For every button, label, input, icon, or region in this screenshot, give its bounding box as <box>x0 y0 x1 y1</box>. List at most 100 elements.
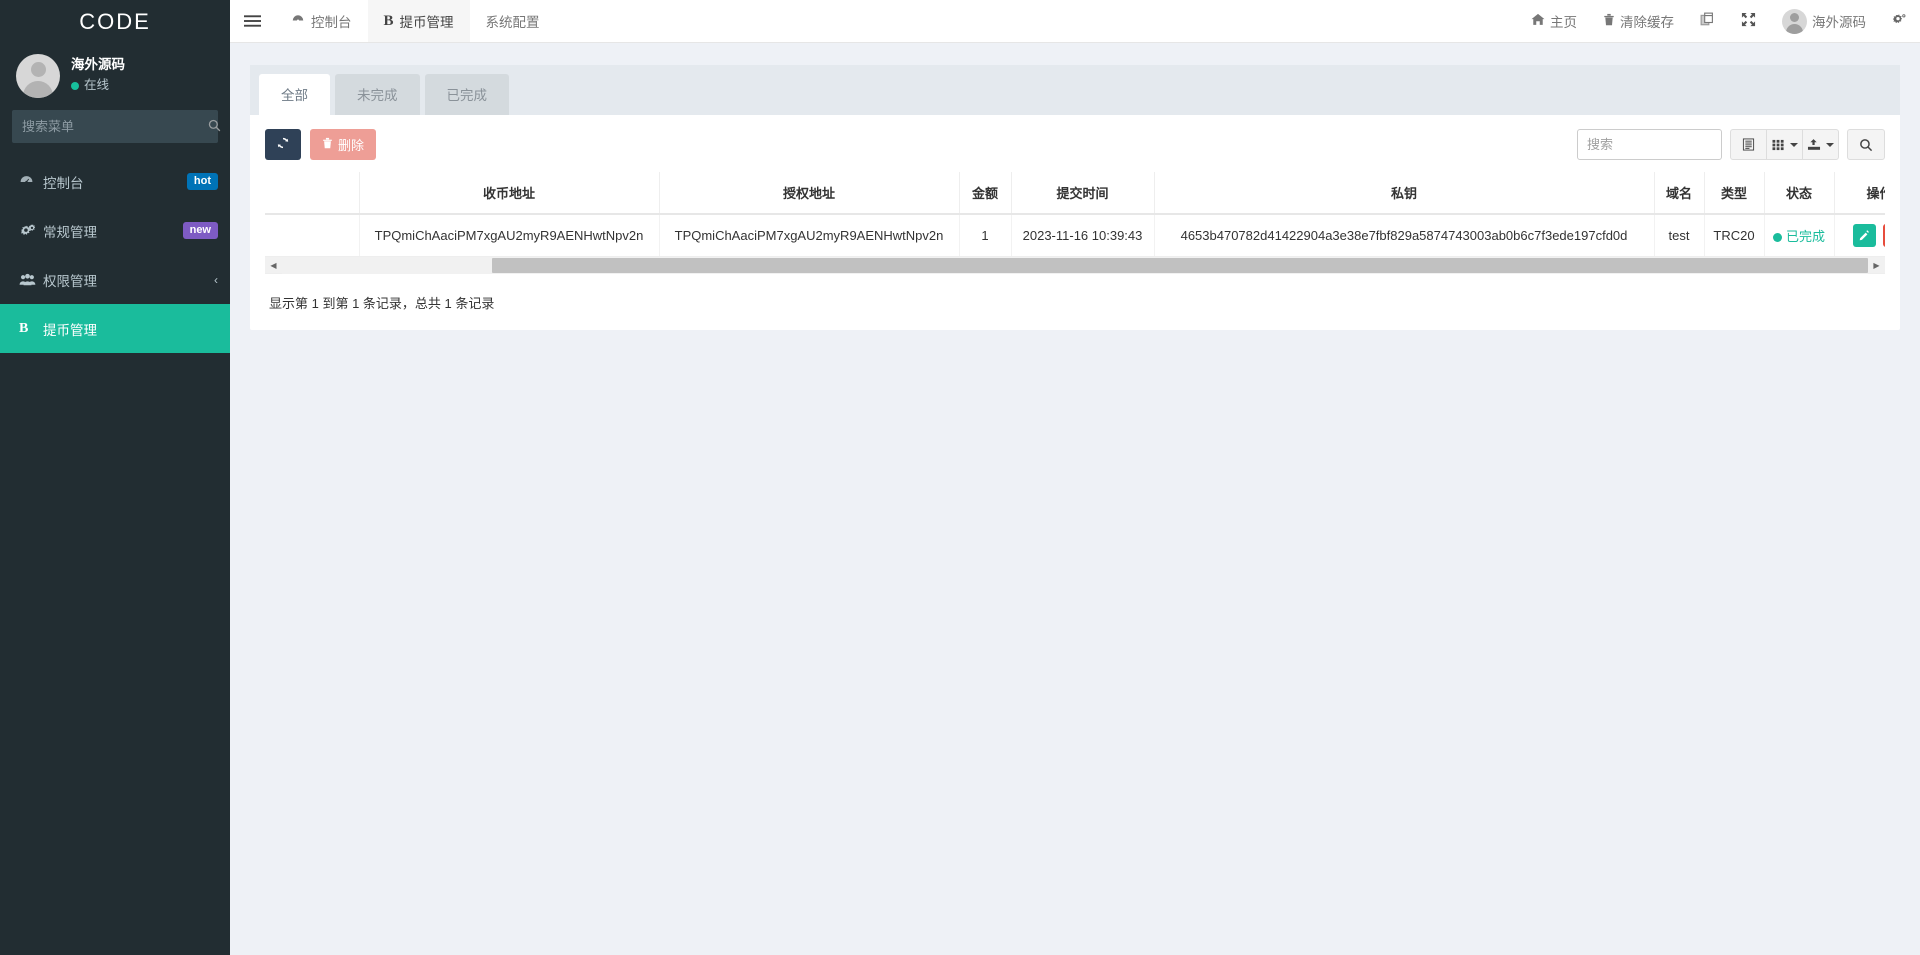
chevron-down-icon <box>1789 142 1798 147</box>
navbar-clear-cache[interactable]: 清除缓存 <box>1590 0 1687 42</box>
table-col-status[interactable]: 状态 <box>1764 172 1835 215</box>
edit-row-button[interactable] <box>1852 224 1876 247</box>
cell-amount: 1 <box>959 214 1012 257</box>
sidebar-item-withdraw[interactable]: B 提币管理 <box>0 304 230 353</box>
navtab-withdraw[interactable]: B 提币管理 <box>367 0 470 42</box>
scroll-left-arrow-icon[interactable]: ◀ <box>265 257 282 274</box>
table-col-domain[interactable]: 域名 <box>1654 172 1705 215</box>
status-badge: 已完成 <box>1785 229 1825 244</box>
navbar-user-menu[interactable]: 海外源码 <box>1769 0 1879 42</box>
table-toolbar: 删除 <box>265 129 1885 160</box>
sidebar-user-info: 海外源码 在线 <box>71 55 125 95</box>
sidebar-item-general[interactable]: 常规管理 new <box>0 206 230 255</box>
brand-logo[interactable]: CODE <box>0 0 230 43</box>
navbar-clear-cache-label: 清除缓存 <box>1620 15 1674 30</box>
delete-button[interactable]: 删除 <box>310 129 377 160</box>
cell-domain: test <box>1654 214 1705 257</box>
search-icon[interactable] <box>208 110 221 143</box>
delete-row-button[interactable] <box>1883 224 1885 247</box>
status-dot-icon <box>1772 233 1782 243</box>
table-col-hidden[interactable] <box>265 172 360 215</box>
list-columns-icon[interactable] <box>1730 129 1767 160</box>
brand-title: CODE <box>79 8 151 34</box>
avatar <box>16 53 60 98</box>
navbar-user-label: 海外源码 <box>1812 15 1866 30</box>
hamburger-icon[interactable] <box>230 0 275 42</box>
refresh-icon <box>276 136 290 153</box>
sidebar-badge-hot: hot <box>186 173 218 190</box>
sidebar-item-label: 常规管理 <box>43 224 97 240</box>
gears-icon <box>19 223 43 238</box>
table-view-buttons <box>1730 129 1839 160</box>
scrollbar-track[interactable] <box>282 256 1868 274</box>
search-menu-input[interactable] <box>12 119 208 134</box>
users-icon <box>19 273 43 287</box>
navtab-dashboard[interactable]: 控制台 <box>275 0 368 42</box>
table-col-private-key[interactable]: 私钥 <box>1154 172 1655 215</box>
panel-tabs: 全部 未完成 已完成 <box>250 65 1900 115</box>
tab-incomplete[interactable]: 未完成 <box>335 74 420 115</box>
sidebar-user-status: 在线 <box>71 76 125 95</box>
sidebar-badge-new: new <box>182 222 218 239</box>
scroll-right-arrow-icon[interactable]: ▶ <box>1868 257 1885 274</box>
sidebar-item-permissions[interactable]: 权限管理 ‹ <box>0 255 230 304</box>
grid-toggle-icon[interactable] <box>1766 129 1803 160</box>
withdraw-table: 收币地址 授权地址 金额 提交时间 私钥 域名 类型 状态 操作 <box>265 172 1885 257</box>
table-col-amount[interactable]: 金额 <box>959 172 1012 215</box>
navtab-label: 系统配置 <box>485 15 540 30</box>
table-body: 1ZSMbv5ZE TPQmiChAaciPM7xgAU2myR9AENHwtN… <box>265 214 1885 257</box>
cell-receive-address: TPQmiChAaciPM7xgAU2myR9AENHwtNpv2n <box>359 214 660 257</box>
cell-private-key: 4653b470782d41422904a3e38e7fbf829a587474… <box>1154 214 1655 257</box>
chevron-left-icon: ‹ <box>214 272 218 287</box>
cell-submit-time: 2023-11-16 10:39:43 <box>1011 214 1155 257</box>
online-dot-icon <box>71 81 79 90</box>
navbar-home[interactable]: 主页 <box>1518 0 1590 42</box>
cell-type: TRC20 <box>1704 214 1765 257</box>
menu-search[interactable] <box>12 110 221 143</box>
table-head: 收币地址 授权地址 金额 提交时间 私钥 域名 类型 状态 操作 <box>265 172 1885 215</box>
table-row[interactable]: 1ZSMbv5ZE TPQmiChAaciPM7xgAU2myR9AENHwtN… <box>265 214 1885 257</box>
table-record-info: 显示第 1 到第 1 条记录，总共 1 条记录 <box>269 296 495 311</box>
delete-button-label: 删除 <box>338 138 365 153</box>
clone-windows-icon <box>1700 12 1715 30</box>
navbar-clone-windows[interactable] <box>1687 0 1728 42</box>
sidebar-item-label: 控制台 <box>43 175 84 191</box>
table-col-receive-address[interactable]: 收币地址 <box>359 172 660 215</box>
cell-actions <box>1834 214 1885 257</box>
scrollbar-thumb[interactable] <box>492 257 1868 273</box>
fullscreen-expand-icon <box>1741 12 1756 30</box>
navbar-home-label: 主页 <box>1550 15 1577 30</box>
search-button[interactable] <box>1847 129 1885 160</box>
table-header-row: 收币地址 授权地址 金额 提交时间 私钥 域名 类型 状态 操作 <box>265 172 1885 215</box>
navtab-label: 提币管理 <box>399 15 454 30</box>
sidebar-item-dashboard[interactable]: 控制台 hot <box>0 157 230 206</box>
sidebar-user-status-label: 在线 <box>84 78 110 93</box>
cell-status: 已完成 <box>1764 214 1835 257</box>
navbar-settings[interactable] <box>1879 0 1920 42</box>
gear-icon <box>1892 12 1907 30</box>
cell-auth-address: TPQmiChAaciPM7xgAU2myR9AENHwtNpv2n <box>659 214 960 257</box>
refresh-button[interactable] <box>265 129 301 160</box>
cell-hidden-partial: 1ZSMbv5ZE <box>265 214 360 257</box>
table-col-submit-time[interactable]: 提交时间 <box>1011 172 1155 215</box>
search-input[interactable] <box>1577 129 1722 160</box>
navtab-system-config[interactable]: 系统配置 <box>470 0 556 42</box>
navtab-label: 控制台 <box>311 15 352 30</box>
withdraw-panel: 全部 未完成 已完成 删除 搜索 收币地址 授权地址 金额 提交时间 私钥 域名… <box>250 65 1900 330</box>
sidebar-item-label: 提币管理 <box>43 322 97 338</box>
export-icon[interactable] <box>1802 129 1839 160</box>
bitcoin-icon: B <box>19 320 29 336</box>
dashboard-icon <box>291 13 305 30</box>
tab-all[interactable]: 全部 <box>259 74 330 115</box>
navbar-fullscreen[interactable] <box>1728 0 1769 42</box>
tab-completed[interactable]: 已完成 <box>424 74 509 115</box>
chevron-down-icon <box>1826 142 1834 147</box>
table-toolbar-right <box>1577 129 1885 160</box>
horizontal-scrollbar[interactable]: ◀ ▶ <box>265 256 1885 274</box>
sidebar-user-name: 海外源码 <box>71 57 125 73</box>
panel-body: 删除 搜索 收币地址 授权地址 金额 提交时间 私钥 域名 类型 状态 操 TP… <box>250 115 1900 330</box>
table-col-type[interactable]: 类型 <box>1704 172 1765 215</box>
table-col-auth-address[interactable]: 授权地址 <box>659 172 960 215</box>
trash-icon <box>1603 13 1615 29</box>
sidebar-user-panel: 海外源码 在线 <box>0 43 230 108</box>
